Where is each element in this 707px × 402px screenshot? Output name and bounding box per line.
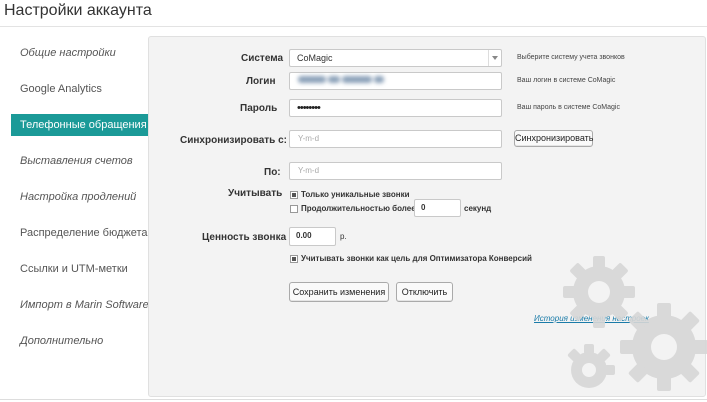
password-label: Пароль	[240, 103, 278, 114]
duration-input[interactable]: 0	[414, 199, 461, 217]
system-select[interactable]: CoMagic	[289, 49, 502, 67]
select-arrow-button[interactable]	[488, 50, 501, 66]
call-value-input[interactable]: 0.00	[289, 227, 336, 246]
sync-from-input[interactable]: Y-m-d	[289, 130, 502, 148]
system-select-value: CoMagic	[297, 53, 333, 63]
settings-panel: Система CoMagic Выберите систему учета з…	[148, 36, 707, 397]
page-title: Настройки аккаунта	[4, 2, 152, 19]
login-label: Логин	[246, 76, 276, 87]
duration-label: Продолжительностью более	[301, 204, 416, 213]
sidebar-item-renewals[interactable]: Настройка продлений	[20, 191, 136, 203]
goal-label: Учитывать звонки как цель для Оптимизато…	[301, 254, 532, 263]
save-button[interactable]: Сохранить изменения	[289, 282, 389, 302]
login-input[interactable]	[289, 72, 502, 90]
bottom-divider	[0, 399, 707, 400]
call-value-label: Ценность звонка	[202, 232, 287, 243]
sync-button[interactable]: Синхронизировать	[514, 130, 593, 147]
sidebar-item-utm-links[interactable]: Ссылки и UTM-метки	[20, 263, 128, 275]
system-hint: Выберите систему учета звонков	[517, 54, 625, 61]
system-label: Система	[241, 53, 284, 64]
sidebar-item-additional[interactable]: Дополнительно	[20, 335, 103, 347]
sidebar-item-phone-calls[interactable]: Телефонные обращения	[11, 114, 174, 136]
duration-unit: секунд	[464, 204, 492, 213]
blurred-login-value	[298, 76, 386, 85]
sidebar-item-invoicing[interactable]: Выставления счетов	[20, 155, 133, 167]
account-label: Учитывать	[228, 188, 283, 199]
call-value-currency: р.	[340, 232, 347, 241]
goal-checkbox[interactable]	[290, 255, 298, 263]
duration-checkbox[interactable]	[290, 205, 298, 213]
chevron-down-icon	[492, 56, 498, 60]
sync-to-input[interactable]: Y-m-d	[289, 162, 502, 180]
disconnect-button[interactable]: Отключить	[396, 282, 453, 302]
sync-from-label: Синхронизировать с:	[180, 135, 288, 146]
gears-icon	[563, 256, 707, 391]
password-mask: ••••••••	[297, 102, 321, 114]
sidebar-item-google-analytics[interactable]: Google Analytics	[20, 83, 102, 95]
password-input[interactable]: ••••••••	[289, 99, 502, 117]
login-hint: Ваш логин в системе CoMagic	[517, 77, 616, 84]
sync-to-label: По:	[264, 167, 281, 178]
settings-page: Настройки аккаунта Общие настройки Googl…	[0, 0, 707, 402]
password-hint: Ваш пароль в системе CoMagic	[517, 104, 620, 111]
unique-calls-label: Только уникальные звонки	[301, 190, 410, 199]
unique-calls-checkbox[interactable]	[290, 191, 298, 199]
title-divider	[0, 26, 707, 27]
sidebar-item-marin-import[interactable]: Импорт в Marin Software	[20, 299, 149, 311]
sidebar-item-general[interactable]: Общие настройки	[20, 47, 116, 59]
sidebar-item-budget[interactable]: Распределение бюджета	[20, 227, 148, 239]
